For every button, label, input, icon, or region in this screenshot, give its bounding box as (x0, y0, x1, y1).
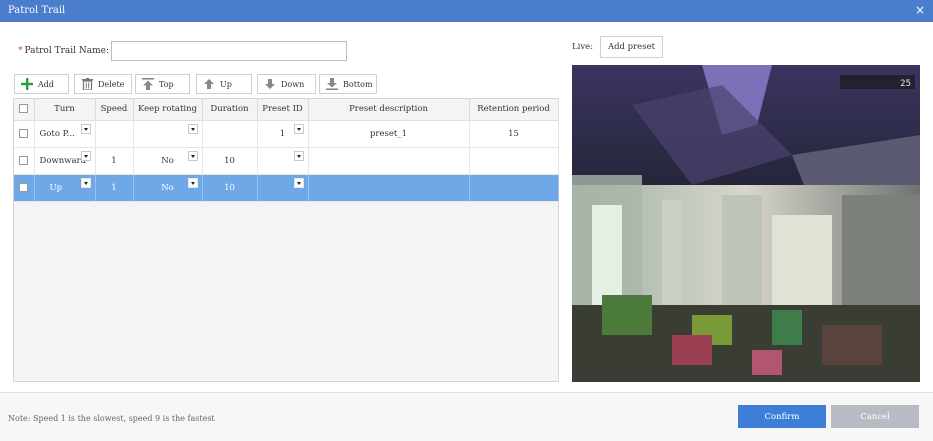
footer: Note: Speed 1 is the slowest, speed 9 is… (0, 392, 933, 441)
move-bottom-icon (325, 77, 339, 91)
confirm-button[interactable]: Confirm (738, 405, 826, 428)
preset-id-cell[interactable] (257, 174, 309, 202)
close-icon[interactable]: × (915, 3, 925, 17)
arrow-up-icon (202, 77, 216, 91)
live-video-frame: 25 (572, 65, 920, 382)
move-down-button[interactable]: Down (257, 74, 316, 94)
title-bar: Patrol Trail × (0, 0, 933, 22)
move-top-label: Top (159, 79, 174, 89)
patrol-name-row: * Patrol Trail Name: (18, 42, 115, 60)
duration-cell[interactable]: 10 (202, 147, 258, 175)
retention-period-cell[interactable] (469, 147, 559, 175)
dropdown-arrow-icon[interactable] (293, 150, 304, 161)
retention-period-cell[interactable]: 15 (469, 120, 559, 148)
column-header: Speed (95, 99, 134, 121)
add-preset-button[interactable]: Add preset (600, 36, 663, 58)
move-bottom-button[interactable]: Bottom (319, 74, 377, 94)
preset-description-cell: preset_1 (308, 120, 470, 148)
plus-icon (20, 77, 34, 91)
table-row[interactable]: Goto P... 1 preset_1 15 (14, 120, 559, 148)
speed-cell[interactable]: 1 (95, 147, 134, 175)
dropdown-arrow-icon[interactable] (80, 177, 91, 188)
row-checkbox[interactable] (19, 155, 29, 165)
move-up-label: Up (220, 79, 232, 89)
column-header: Turn (34, 99, 96, 121)
patrol-table: Turn Speed Keep rotating Duration Preset… (13, 98, 559, 382)
dropdown-arrow-icon[interactable] (80, 123, 91, 134)
delete-button[interactable]: Delete (74, 74, 132, 94)
preset-id-cell[interactable] (257, 147, 309, 175)
turn-value: Downward (39, 155, 87, 166)
table-row[interactable]: Up 1 No 10 (14, 174, 559, 202)
keep-rotating-value: No (161, 155, 174, 166)
dropdown-arrow-icon[interactable] (293, 123, 304, 134)
column-header: Preset description (308, 99, 470, 121)
column-header: Retention period (469, 99, 559, 121)
patrol-name-input[interactable] (111, 41, 347, 61)
dropdown-arrow-icon[interactable] (187, 177, 198, 188)
row-checkbox[interactable] (19, 128, 29, 138)
select-all-cell[interactable] (14, 99, 35, 121)
row-select-cell[interactable] (14, 147, 35, 175)
dropdown-arrow-icon[interactable] (293, 177, 304, 188)
turn-value: Goto P... (39, 128, 75, 139)
column-header: Keep rotating (133, 99, 203, 121)
column-header: Preset ID (257, 99, 309, 121)
keep-rotating-cell[interactable]: No (133, 147, 203, 175)
row-checkbox[interactable] (19, 182, 29, 192)
keep-rotating-value: No (161, 182, 174, 193)
preset-id-value: 1 (279, 128, 286, 139)
required-mark: * (18, 46, 23, 56)
turn-cell[interactable]: Goto P... (34, 120, 96, 148)
add-button[interactable]: Add (14, 74, 69, 94)
retention-period-cell[interactable] (469, 174, 559, 202)
live-overlay-time: 25 (900, 79, 911, 89)
arrow-down-icon (263, 77, 277, 91)
move-top-button[interactable]: Top (135, 74, 190, 94)
turn-cell[interactable]: Up (34, 174, 96, 202)
cancel-button[interactable]: Cancel (831, 405, 919, 428)
preset-id-cell[interactable]: 1 (257, 120, 309, 148)
dropdown-arrow-icon[interactable] (187, 150, 198, 161)
select-all-checkbox[interactable] (19, 104, 29, 114)
column-header: Duration (202, 99, 258, 121)
move-up-button[interactable]: Up (196, 74, 252, 94)
row-select-cell[interactable] (14, 120, 35, 148)
live-video-view: 25 (572, 65, 920, 382)
duration-cell[interactable]: 10 (202, 174, 258, 202)
move-down-label: Down (281, 79, 305, 89)
dropdown-arrow-icon[interactable] (80, 150, 91, 161)
add-label: Add (38, 79, 55, 89)
duration-cell[interactable] (202, 120, 258, 148)
keep-rotating-cell[interactable]: No (133, 174, 203, 202)
move-top-icon (141, 77, 155, 91)
delete-label: Delete (98, 79, 125, 89)
move-bottom-label: Bottom (343, 79, 373, 89)
preset-description-cell (308, 174, 470, 202)
live-label: Live: (572, 42, 594, 52)
turn-cell[interactable]: Downward (34, 147, 96, 175)
patrol-grid: Turn Speed Keep rotating Duration Preset… (14, 99, 559, 202)
table-header: Turn Speed Keep rotating Duration Preset… (14, 99, 559, 121)
table-row[interactable]: Downward 1 No 10 (14, 147, 559, 175)
window-title: Patrol Trail (8, 5, 66, 16)
turn-value: Up (49, 182, 63, 193)
trash-icon (80, 77, 94, 91)
speed-cell[interactable]: 1 (95, 174, 134, 202)
patrol-name-label: Patrol Trail Name: (24, 46, 110, 56)
keep-rotating-cell[interactable] (133, 120, 203, 148)
speed-cell[interactable] (95, 120, 134, 148)
preset-description-cell (308, 147, 470, 175)
dropdown-arrow-icon[interactable] (187, 123, 198, 134)
row-select-cell[interactable] (14, 174, 35, 202)
speed-note: Note: Speed 1 is the slowest, speed 9 is… (8, 414, 215, 423)
